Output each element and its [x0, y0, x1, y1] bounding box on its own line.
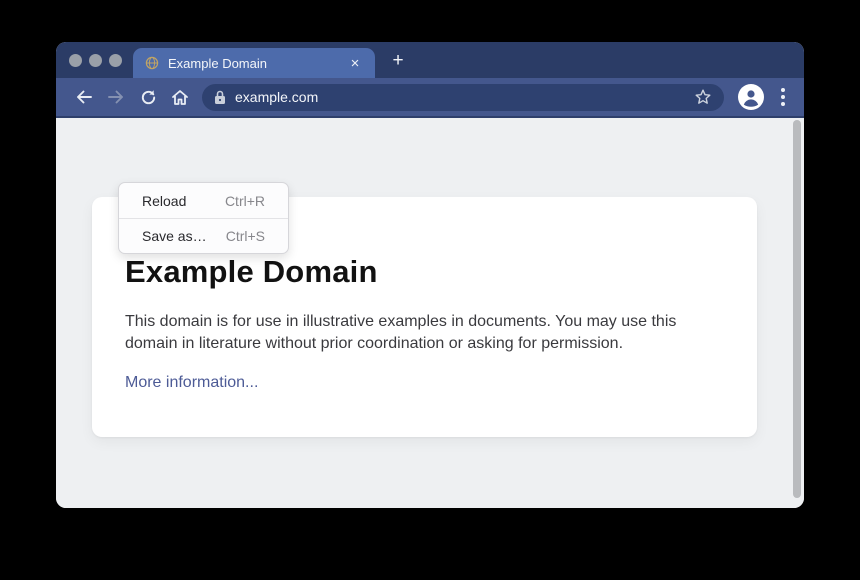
browser-toolbar: example.com: [56, 78, 804, 118]
profile-avatar-button[interactable]: [738, 84, 764, 110]
page-scrollbar[interactable]: [793, 120, 801, 498]
globe-favicon-icon: [145, 56, 159, 70]
maximize-window-button[interactable]: [109, 54, 122, 67]
url-text: example.com: [235, 89, 318, 105]
page-heading: Example Domain: [125, 254, 721, 290]
tab-title: Example Domain: [168, 56, 347, 71]
back-button[interactable]: [68, 85, 100, 109]
menu-item-shortcut: Ctrl+R: [225, 193, 265, 209]
address-bar[interactable]: example.com: [202, 84, 724, 111]
minimize-window-button[interactable]: [89, 54, 102, 67]
traffic-lights: [69, 54, 122, 67]
home-button[interactable]: [164, 85, 196, 109]
menu-item-label: Save as…: [142, 228, 207, 244]
close-window-button[interactable]: [69, 54, 82, 67]
browser-window: Example Domain × +: [56, 42, 804, 508]
tab-strip: Example Domain × +: [56, 42, 804, 78]
menu-item-reload[interactable]: Reload Ctrl+R: [119, 183, 288, 218]
reload-button[interactable]: [132, 85, 164, 109]
bookmark-star-icon[interactable]: [694, 88, 712, 106]
menu-item-label: Reload: [142, 193, 186, 209]
menu-item-save-as[interactable]: Save as… Ctrl+S: [119, 218, 288, 253]
context-menu: Reload Ctrl+R Save as… Ctrl+S: [118, 182, 289, 254]
tab-example-domain[interactable]: Example Domain ×: [133, 48, 375, 78]
forward-button[interactable]: [100, 85, 132, 109]
tab-close-icon[interactable]: ×: [347, 56, 363, 71]
menu-item-shortcut: Ctrl+S: [226, 228, 265, 244]
page-viewport: Example Domain This domain is for use in…: [56, 118, 804, 508]
browser-menu-button[interactable]: [774, 88, 792, 106]
new-tab-button[interactable]: +: [388, 51, 408, 70]
more-information-link[interactable]: More information...: [125, 374, 258, 392]
page-paragraph: This domain is for use in illustrative e…: [125, 311, 721, 355]
lock-icon: [214, 90, 226, 105]
